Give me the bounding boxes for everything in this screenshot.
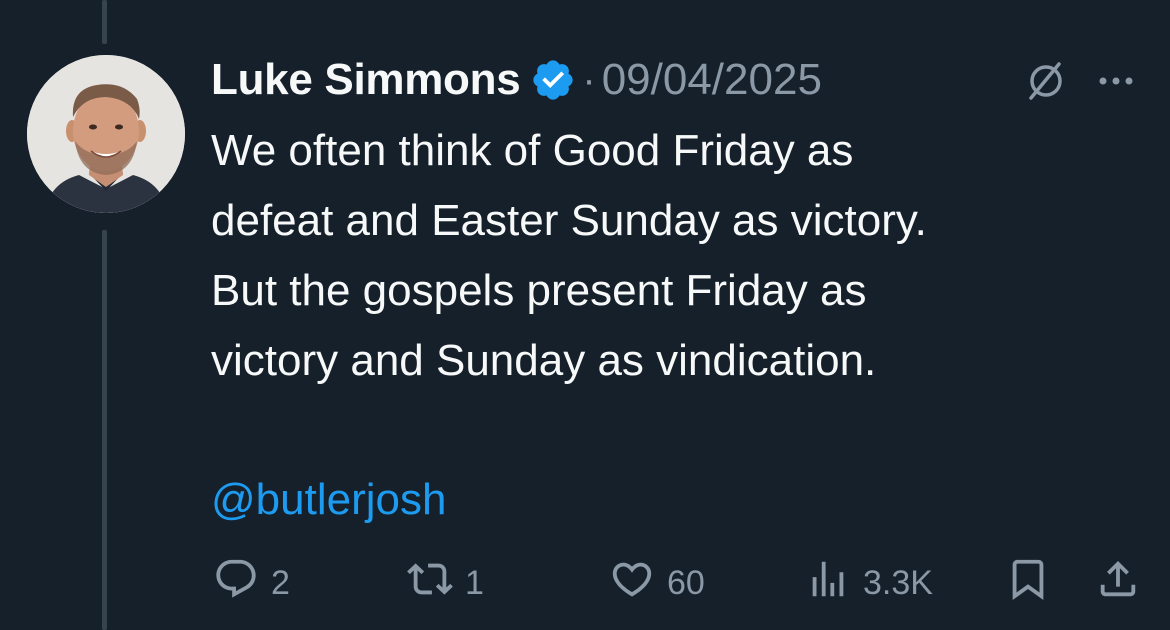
more-icon[interactable] — [1093, 58, 1139, 104]
like-button[interactable]: 60 — [609, 555, 705, 611]
share-button[interactable] — [1095, 555, 1141, 611]
reply-button[interactable]: 2 — [213, 555, 290, 611]
repost-button[interactable]: 1 — [407, 555, 484, 611]
heart-icon — [609, 556, 655, 611]
thread-line-top — [102, 0, 107, 44]
tweet-date[interactable]: 09/04/2025 — [602, 55, 822, 105]
views-count: 3.3K — [863, 563, 933, 602]
avatar[interactable] — [27, 55, 185, 213]
views-icon — [805, 556, 851, 611]
bookmark-button[interactable] — [1005, 555, 1051, 611]
reply-icon — [213, 556, 259, 611]
repost-icon — [407, 556, 453, 611]
views-button[interactable]: 3.3K — [805, 555, 933, 611]
author-name[interactable]: Luke Simmons — [211, 55, 521, 105]
verified-badge-icon[interactable] — [530, 57, 576, 103]
like-count: 60 — [667, 563, 705, 602]
tweet-text: We often think of Good Friday as defeat … — [211, 126, 927, 385]
tweet-header: Luke Simmons · 09/04/2025 — [211, 50, 1151, 110]
separator-dot: · — [582, 57, 596, 102]
grok-icon[interactable] — [1023, 58, 1069, 104]
bookmark-icon — [1005, 556, 1051, 611]
mention-link[interactable]: @butlerjosh — [211, 465, 446, 535]
reply-count: 2 — [271, 563, 290, 602]
share-icon — [1095, 556, 1141, 611]
action-bar: 2 1 60 3.3K — [0, 555, 1170, 611]
repost-count: 1 — [465, 563, 484, 602]
